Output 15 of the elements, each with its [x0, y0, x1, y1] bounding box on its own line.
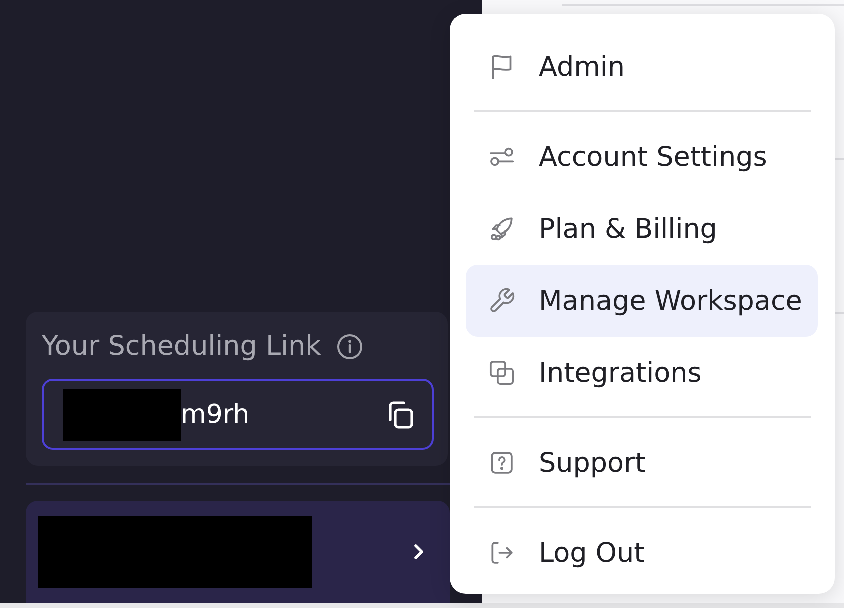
- menu-item[interactable]: Support: [466, 427, 818, 499]
- wrench-icon: [488, 287, 516, 315]
- overlapping-squares-icon: [488, 359, 516, 387]
- menu-item[interactable]: Account Settings: [466, 121, 818, 193]
- menu-item[interactable]: Admin: [466, 31, 818, 103]
- rocket-icon: [488, 215, 516, 243]
- scheduling-link-field[interactable]: m9rh: [42, 379, 434, 450]
- question-mark-icon: [488, 449, 516, 477]
- info-icon[interactable]: [337, 334, 364, 360]
- menu-item[interactable]: Integrations: [466, 337, 818, 409]
- scheduling-link-label: Your Scheduling Link: [42, 331, 322, 363]
- menu-item[interactable]: Manage Workspace: [466, 265, 818, 337]
- menu-item[interactable]: Log Out: [466, 517, 818, 589]
- menu-item[interactable]: Plan & Billing: [466, 193, 818, 265]
- chevron-right-icon: [413, 544, 425, 560]
